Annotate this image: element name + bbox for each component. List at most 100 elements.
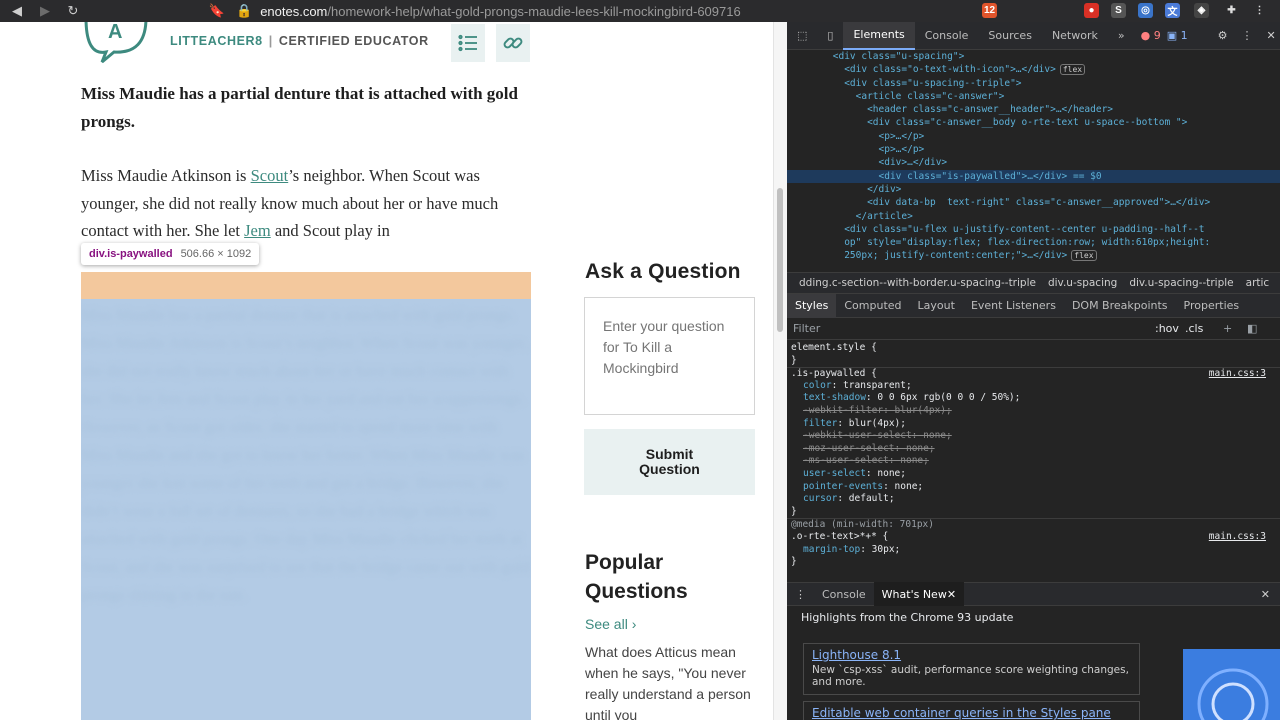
device-toolbar-icon[interactable]: ▯ bbox=[817, 22, 843, 50]
link-scout[interactable]: Scout bbox=[251, 166, 289, 185]
css-close-text: } bbox=[791, 354, 797, 366]
styles-tab-properties[interactable]: Properties bbox=[1176, 294, 1248, 318]
css-property[interactable]: cursor: default; bbox=[787, 493, 1280, 506]
css-property[interactable]: -ms-user-select: none; bbox=[787, 455, 1280, 468]
shield-icon[interactable]: ◈ bbox=[1194, 3, 1209, 18]
drawer-tab-console[interactable]: Console bbox=[814, 582, 874, 606]
message-count-badge[interactable]: ▣ 1 bbox=[1167, 29, 1188, 42]
dom-node[interactable]: <div data-bp text-right" class="c-answer… bbox=[787, 196, 1280, 209]
close-drawer-icon[interactable]: ✕ bbox=[1261, 588, 1270, 601]
dom-node-text: <p>…</p> bbox=[878, 144, 925, 156]
dom-node[interactable]: op" style="display:flex; flex-direction:… bbox=[787, 236, 1280, 249]
breadcrumb-item[interactable]: artic bbox=[1246, 277, 1270, 289]
breadcrumb-item[interactable]: div.u-spacing--triple bbox=[1129, 277, 1233, 289]
bookmark-icon[interactable]: 🔖 bbox=[206, 0, 228, 22]
devtools-tab-network[interactable]: Network bbox=[1042, 22, 1108, 50]
dom-node[interactable]: <div class="u-flex u-justify-content--ce… bbox=[787, 223, 1280, 236]
css-property[interactable]: user-select: none; bbox=[787, 468, 1280, 481]
hover-state-toggle[interactable]: :hov bbox=[1155, 322, 1179, 335]
styles-tab-event-listeners[interactable]: Event Listeners bbox=[963, 294, 1064, 318]
page-scrollbar-thumb[interactable] bbox=[777, 188, 783, 332]
css-property-name: -webkit-user-select bbox=[803, 430, 912, 442]
dom-node[interactable]: <header class="c-answer__header">…</head… bbox=[787, 103, 1280, 116]
educator-avatar: A bbox=[84, 22, 148, 64]
css-source-link[interactable]: main.css:3 bbox=[1209, 531, 1266, 544]
dom-node[interactable]: <div class="u-spacing--triple"> bbox=[787, 77, 1280, 90]
dom-node[interactable]: <div class="u-spacing"> bbox=[787, 50, 1280, 63]
dom-node[interactable]: 250px; justify-content:center;">…</div> f… bbox=[787, 249, 1280, 262]
styles-filter-input[interactable]: Filter bbox=[793, 322, 820, 335]
drawer-tab-what-s-new[interactable]: What's New ✕ bbox=[873, 582, 965, 606]
styles-tab-layout[interactable]: Layout bbox=[910, 294, 963, 318]
dom-node[interactable]: <article class="c-answer"> bbox=[787, 90, 1280, 103]
styles-tab-dom-breakpoints[interactable]: DOM Breakpoints bbox=[1064, 294, 1176, 318]
card-title[interactable]: Lighthouse 8.1 bbox=[812, 648, 1131, 662]
reload-icon[interactable]: ↻ bbox=[62, 0, 84, 22]
dom-node[interactable]: </div> bbox=[787, 183, 1280, 196]
extensions-puzzle-icon[interactable]: ✚ bbox=[1224, 3, 1239, 18]
author-name[interactable]: LITTEACHER8 bbox=[170, 34, 263, 48]
extension-icon[interactable]: ● bbox=[1084, 3, 1099, 18]
dom-node-text: <article class="c-answer"> bbox=[855, 90, 1005, 102]
css-property[interactable]: filter: blur(4px); bbox=[787, 418, 1280, 431]
new-rule-icon[interactable]: + bbox=[1223, 322, 1232, 335]
devtools-tab-console[interactable]: Console bbox=[915, 22, 979, 50]
css-property[interactable]: -webkit-filter: blur(4px); bbox=[787, 405, 1280, 418]
styles-tab-styles[interactable]: Styles bbox=[787, 293, 837, 318]
css-property[interactable]: color: transparent; bbox=[787, 380, 1280, 393]
close-tab-icon[interactable]: ✕ bbox=[947, 588, 956, 601]
card-title[interactable]: Editable web container queries in the St… bbox=[812, 706, 1131, 720]
flex-badge[interactable]: flex bbox=[1059, 64, 1086, 76]
devtools-menu-icon[interactable]: ⋮ bbox=[1241, 29, 1252, 42]
dom-node[interactable]: <div>…</div> bbox=[787, 156, 1280, 169]
link-icon[interactable] bbox=[496, 24, 530, 62]
menu-icon[interactable]: ⋮ bbox=[1252, 3, 1267, 18]
breadcrumb-item[interactable]: dding.c-section--with-border.u-spacing--… bbox=[799, 277, 1036, 289]
dom-tree[interactable]: <div class="u-spacing"> <div class="o-te… bbox=[787, 50, 1280, 280]
css-property[interactable]: margin-top: 30px; bbox=[787, 544, 1280, 557]
extension-s-icon[interactable]: S bbox=[1111, 3, 1126, 18]
styles-tab-computed[interactable]: Computed bbox=[836, 294, 909, 318]
css-property[interactable]: text-shadow: 0 0 6px rgb(0 0 0 / 50%); bbox=[787, 392, 1280, 405]
css-property-name: cursor bbox=[803, 493, 838, 505]
drawer-menu-icon[interactable]: ⋮ bbox=[787, 588, 814, 601]
see-all-link[interactable]: See all › bbox=[585, 616, 636, 632]
more-tabs-icon[interactable]: » bbox=[1108, 22, 1135, 50]
settings-gear-icon[interactable]: ⚙ bbox=[1218, 29, 1228, 42]
translate-icon[interactable]: 文 bbox=[1165, 3, 1180, 18]
dom-node[interactable]: </article> bbox=[787, 210, 1280, 223]
close-devtools-icon[interactable]: ✕ bbox=[1266, 29, 1275, 42]
popular-question-item[interactable]: What does Atticus mean when he says, "Yo… bbox=[585, 642, 763, 720]
css-selector: .is-paywalled {main.css:3 bbox=[787, 367, 1280, 380]
css-property[interactable]: -moz-user-select: none; bbox=[787, 443, 1280, 456]
author-line: LITTEACHER8 | CERTIFIED EDUCATOR bbox=[170, 34, 429, 48]
whatsnew-card-lighthouse[interactable]: Lighthouse 8.1 New `csp-xss` audit, perf… bbox=[803, 643, 1140, 695]
back-icon[interactable]: ◀ bbox=[6, 0, 28, 22]
css-property-value: 30px; bbox=[871, 543, 901, 555]
error-count-badge[interactable]: ● 9 bbox=[1141, 29, 1161, 42]
forward-icon[interactable]: ▶ bbox=[34, 0, 56, 22]
list-icon[interactable] bbox=[451, 24, 485, 62]
extension-globe-icon[interactable]: ◎ bbox=[1138, 3, 1153, 18]
dom-node[interactable]: <div class="c-answer__body o-rte-text u-… bbox=[787, 116, 1280, 129]
dom-node[interactable]: <div class="o-text-with-icon">…</div> fle… bbox=[787, 63, 1280, 76]
flex-badge[interactable]: flex bbox=[1071, 250, 1097, 262]
page-scrollbar-track[interactable] bbox=[773, 22, 787, 720]
dom-node[interactable]: <p>…</p> bbox=[787, 130, 1280, 143]
question-input[interactable] bbox=[584, 297, 755, 415]
class-toggle[interactable]: .cls bbox=[1185, 322, 1203, 335]
css-property[interactable]: -webkit-user-select: none; bbox=[787, 430, 1280, 443]
inspect-element-icon[interactable]: ⬚ bbox=[787, 22, 817, 50]
brave-shield-icon[interactable]: 12 bbox=[982, 3, 997, 18]
link-jem[interactable]: Jem bbox=[244, 221, 271, 240]
dom-node[interactable]: <p>…</p> bbox=[787, 143, 1280, 156]
devtools-tab-sources[interactable]: Sources bbox=[978, 22, 1042, 50]
computed-sidebar-icon[interactable]: ◧ bbox=[1247, 322, 1257, 335]
devtools-tab-elements[interactable]: Elements bbox=[843, 22, 915, 50]
submit-question-button[interactable]: Submit Question bbox=[584, 429, 755, 495]
css-property[interactable]: pointer-events: none; bbox=[787, 481, 1280, 494]
whatsnew-card-container-queries[interactable]: Editable web container queries in the St… bbox=[803, 701, 1140, 720]
address-bar[interactable]: 🔒 enotes.com /homework-help/what-gold-pr… bbox=[236, 2, 741, 20]
dom-node-selected[interactable]: <div class="is-paywalled">…</div> == $0 bbox=[787, 169, 1280, 183]
breadcrumb-item[interactable]: div.u-spacing bbox=[1048, 277, 1117, 289]
